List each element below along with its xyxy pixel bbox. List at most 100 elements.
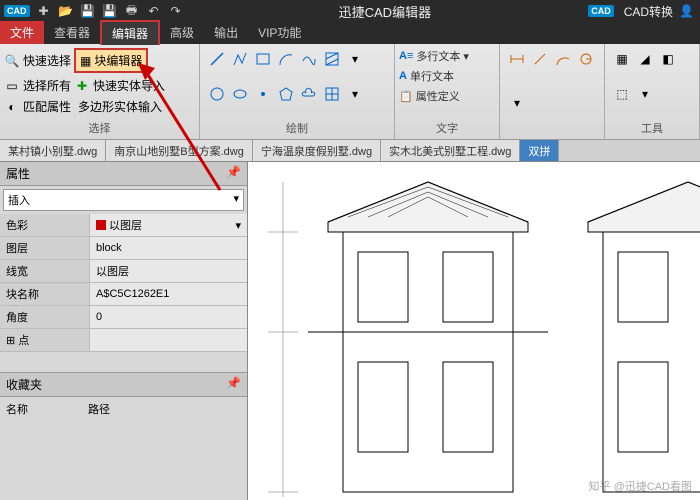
convert-button[interactable]: CAD转换 (624, 3, 673, 20)
properties-header: 属性📌 (0, 162, 247, 186)
drawing-canvas[interactable]: 知乎 @迅捷CAD看图 (248, 162, 700, 500)
block-editor-icon: ▦ (80, 54, 91, 68)
table-row: 块名称A$C5C1262E1 (0, 283, 247, 306)
color-swatch-icon (96, 220, 106, 230)
prop-color[interactable]: 以图层▾ (90, 214, 247, 236)
circle-icon[interactable] (206, 83, 228, 105)
undo-icon[interactable]: ↶ (144, 2, 164, 20)
table-row: 图层block (0, 237, 247, 260)
tab-output[interactable]: 输出 (204, 21, 248, 44)
ellipse-icon[interactable] (229, 83, 251, 105)
table-row: 色彩以图层▾ (0, 214, 247, 237)
tab-vip[interactable]: VIP功能 (248, 21, 311, 44)
group-label-tools: 工具 (609, 119, 695, 137)
tool4-icon[interactable]: ⬚ (611, 83, 633, 105)
ribbon-group-draw: ▾ ▾ 绘制 (200, 44, 395, 139)
title-bar: CAD ✚ 📂 💾 💾 🖶 ↶ ↷ 迅捷CAD编辑器 CAD CAD转换 👤 (0, 0, 700, 22)
match-icon: ◐ (4, 99, 20, 115)
chevron-down-icon[interactable]: ▾ (344, 83, 366, 105)
tool2-icon[interactable]: ◢ (634, 48, 656, 70)
cad-icon: CAD (588, 5, 614, 17)
dim3-icon[interactable] (552, 48, 574, 70)
col-name: 名称 (6, 401, 28, 417)
dim5-icon[interactable]: ▾ (506, 92, 528, 114)
import-icon: ✚ (74, 78, 90, 94)
favorites-columns: 名称 路径 (0, 397, 247, 421)
redo-icon[interactable]: ↷ (166, 2, 186, 20)
tab-editor[interactable]: 编辑器 (100, 20, 160, 45)
tool5-icon[interactable]: ▾ (634, 83, 656, 105)
group-label-draw: 绘制 (204, 119, 390, 137)
tool1-icon[interactable]: ▦ (611, 48, 633, 70)
property-table: 色彩以图层▾ 图层block 线宽以图层 块名称A$C5C1262E1 角度0 … (0, 214, 247, 352)
document-tabs: 某村镇小别墅.dwg 南京山地别墅B型方案.dwg 宁海温泉度假别墅.dwg 实… (0, 140, 700, 162)
group-label-text: 文字 (399, 119, 495, 137)
match-props-button[interactable]: 匹配属性 (23, 98, 71, 115)
block-editor-button[interactable]: ▦块编辑器 (74, 48, 148, 73)
singletext-button[interactable]: A单行文本 (399, 66, 495, 86)
pin-icon[interactable]: 📌 (226, 376, 241, 393)
menu-bar: 文件 查看器 编辑器 高级 输出 VIP功能 (0, 22, 700, 44)
dim2-icon[interactable] (529, 48, 551, 70)
pin-icon[interactable]: 📌 (226, 165, 241, 182)
doc-tab[interactable]: 某村镇小别墅.dwg (0, 140, 106, 161)
polygon-input-button[interactable]: 多边形实体输入 (78, 98, 162, 115)
select-all-icon: ▭ (4, 78, 20, 94)
prop-layer[interactable]: block (90, 237, 247, 259)
ribbon-group-select: 🔍快速选择 ▦块编辑器 ▭选择所有 ✚快速实体导入 ◐匹配属性 多边形实体输入 … (0, 44, 200, 139)
ribbon: 🔍快速选择 ▦块编辑器 ▭选择所有 ✚快速实体导入 ◐匹配属性 多边形实体输入 … (0, 44, 700, 140)
quick-select-icon: 🔍 (4, 53, 20, 69)
arc-icon[interactable] (275, 48, 297, 70)
drawing-content (248, 162, 700, 500)
open-icon[interactable]: 📂 (56, 2, 76, 20)
spline-icon[interactable] (298, 48, 320, 70)
tab-viewer[interactable]: 查看器 (44, 21, 100, 44)
attrdef-button[interactable]: 📋属性定义 (399, 86, 495, 106)
user-icon[interactable]: 👤 (679, 4, 694, 18)
polyline-icon[interactable] (229, 48, 251, 70)
ribbon-group-dim: ▾ (500, 44, 605, 139)
quick-select-button[interactable]: 快速选择 (23, 52, 71, 69)
doc-tab[interactable]: 宁海温泉度假别墅.dwg (253, 140, 381, 161)
favorites-header: 收藏夹📌 (0, 372, 247, 397)
prop-angle[interactable]: 0 (90, 306, 247, 328)
prop-blockname[interactable]: A$C5C1262E1 (90, 283, 247, 305)
table-icon[interactable] (321, 83, 343, 105)
hatch-icon[interactable] (321, 48, 343, 70)
line-icon[interactable] (206, 48, 228, 70)
saveas-icon[interactable]: 💾 (100, 2, 120, 20)
insert-dropdown[interactable]: 插入▾ (3, 189, 244, 211)
dim4-icon[interactable] (575, 48, 597, 70)
title-right: CAD CAD转换 👤 (584, 3, 700, 20)
prop-lineweight[interactable]: 以图层 (90, 260, 247, 282)
doc-tab[interactable]: 实木北美式别墅工程.dwg (381, 140, 520, 161)
rect-icon[interactable] (252, 48, 274, 70)
new-icon[interactable]: ✚ (34, 2, 54, 20)
doc-tab[interactable]: 南京山地别墅B型方案.dwg (106, 140, 253, 161)
quick-access-toolbar: ✚ 📂 💾 💾 🖶 ↶ ↷ (34, 2, 186, 20)
tab-advanced[interactable]: 高级 (160, 21, 204, 44)
app-title: 迅捷CAD编辑器 (186, 2, 585, 21)
save-icon[interactable]: 💾 (78, 2, 98, 20)
workspace: 属性📌 插入▾ 色彩以图层▾ 图层block 线宽以图层 块名称A$C5C126… (0, 162, 700, 500)
print-icon[interactable]: 🖶 (122, 2, 142, 20)
table-row: 角度0 (0, 306, 247, 329)
app-logo: CAD (4, 5, 30, 17)
quick-import-button[interactable]: 快速实体导入 (93, 77, 165, 94)
multitext-button[interactable]: A≡多行文本▾ (399, 46, 495, 66)
col-path: 路径 (88, 401, 110, 417)
cloud-icon[interactable] (298, 83, 320, 105)
ribbon-group-tools: ▦ ◢ ◧ ⬚ ▾ 工具 (605, 44, 700, 139)
chevron-down-icon[interactable]: ▾ (344, 48, 366, 70)
tab-file[interactable]: 文件 (0, 21, 44, 44)
tool3-icon[interactable]: ◧ (657, 48, 679, 70)
table-row: ⊞ 点 (0, 329, 247, 352)
select-all-button[interactable]: 选择所有 (23, 77, 71, 94)
doc-tab[interactable]: 双拼 (520, 140, 559, 161)
point-icon[interactable] (252, 83, 274, 105)
polygon-icon[interactable] (275, 83, 297, 105)
ribbon-group-text: A≡多行文本▾ A单行文本 📋属性定义 文字 (395, 44, 500, 139)
watermark: 知乎 @迅捷CAD看图 (589, 478, 692, 494)
table-row: 线宽以图层 (0, 260, 247, 283)
dim-icon[interactable] (506, 48, 528, 70)
